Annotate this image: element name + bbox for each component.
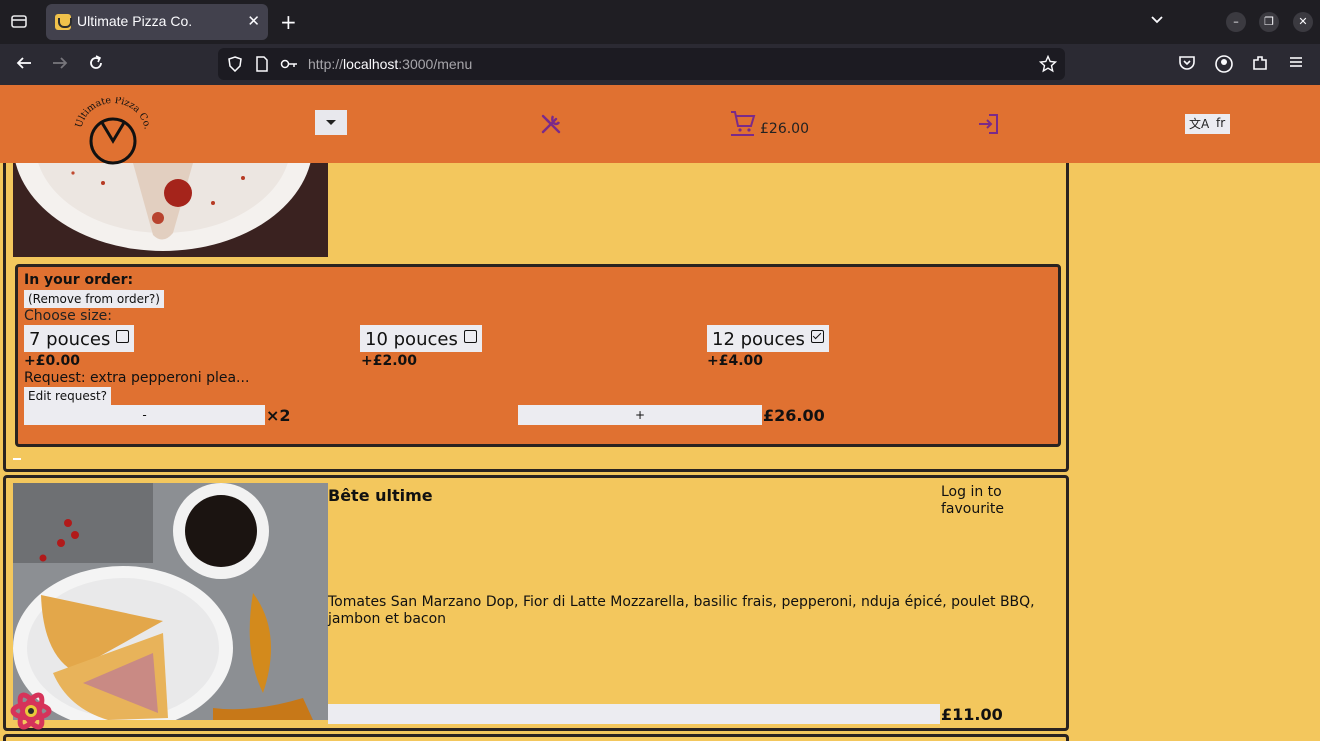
restore-icon[interactable]: ❐ [1259, 12, 1279, 32]
pizza-photo-image [13, 483, 328, 720]
cart-total[interactable]: £26.00 [760, 121, 809, 137]
checkbox-icon[interactable] [116, 330, 130, 343]
menu-item-card [3, 734, 1069, 741]
size-option-10[interactable]: 10 pouces [360, 325, 482, 352]
close-window-icon[interactable]: ✕ [1293, 12, 1313, 32]
pizza-description: Tomates San Marzano Dop, Fior di Latte M… [328, 594, 1035, 627]
tab-close-icon[interactable]: ✕ [247, 12, 260, 30]
size-price: +£4.00 [707, 353, 764, 369]
app-menu-icon[interactable] [1288, 54, 1304, 74]
special-request-text: Request: extra pepperoni plea... [24, 370, 250, 386]
minimize-icon[interactable]: – [1226, 12, 1246, 32]
url-bar[interactable]: http://localhost:3000/menu [218, 48, 1065, 80]
back-icon[interactable] [15, 54, 33, 76]
pocket-icon[interactable] [1178, 54, 1196, 76]
checkbox-checked-icon[interactable] [810, 330, 824, 343]
browser-tab-bar: Ultimate Pizza Co. ✕ + – ❐ ✕ [0, 0, 1320, 44]
language-switcher[interactable]: 文A fr [1185, 114, 1230, 134]
edit-request-button[interactable]: Edit request? [24, 387, 112, 405]
add-to-order-button[interactable] [328, 704, 940, 724]
new-tab-icon[interactable]: + [280, 10, 297, 34]
increase-quantity-button[interactable]: + [518, 405, 762, 425]
login-icon[interactable] [976, 112, 1000, 136]
reload-icon[interactable] [87, 54, 105, 76]
pizza-name: Bête ultime [328, 486, 433, 505]
checkbox-icon[interactable] [463, 330, 477, 343]
choose-size-label: Choose size: [24, 308, 112, 324]
size-price: +£2.00 [361, 353, 418, 369]
menu-item-card: Bête ultime Log in to favourite Tomates … [3, 475, 1069, 731]
remove-from-order-button[interactable]: (Remove from order?) [24, 290, 164, 308]
url-text: http://localhost:3000/menu [308, 56, 473, 72]
size-label: 10 pouces [365, 329, 458, 350]
size-option-12[interactable]: 12 pouces [707, 325, 829, 352]
in-order-heading: In your order: [24, 272, 134, 288]
decrease-quantity-button[interactable]: - [24, 405, 265, 425]
logo[interactable]: Ultimate Pizza Co. [73, 95, 153, 165]
dropdown-toggle-button[interactable] [315, 110, 347, 135]
tab-title: Ultimate Pizza Co. [77, 13, 193, 29]
pizza-slice-image [13, 163, 328, 257]
size-label: 12 pouces [712, 329, 805, 350]
account-icon[interactable] [1214, 54, 1234, 78]
divider [13, 458, 21, 460]
size-option-7[interactable]: 7 pouces [24, 325, 135, 352]
svg-text:Ultimate Pizza Co.: Ultimate Pizza Co. [74, 97, 153, 130]
extensions-icon[interactable] [1251, 54, 1269, 76]
menu-item-card: In your order: (Remove from order?) Choo… [3, 140, 1069, 472]
react-devtools-icon[interactable] [10, 691, 52, 731]
app-header: Ultimate Pizza Co. £26.00 文A fr [0, 85, 1320, 165]
page-icon[interactable] [255, 56, 269, 76]
order-details-panel: In your order: (Remove from order?) Choo… [15, 264, 1061, 447]
pizza-price: £11.00 [941, 705, 1003, 724]
cutlery-menu-icon[interactable] [539, 112, 563, 136]
browser-tab[interactable]: Ultimate Pizza Co. ✕ [46, 4, 268, 40]
translate-icon: 文A [1189, 117, 1210, 131]
key-icon[interactable] [280, 56, 298, 76]
language-label: fr [1216, 116, 1226, 130]
size-price: +£0.00 [24, 353, 81, 369]
size-label: 7 pouces [29, 329, 111, 350]
browser-nav-bar: http://localhost:3000/menu [0, 44, 1320, 85]
forward-icon[interactable] [51, 54, 69, 76]
quantity-display: ×2 [266, 406, 291, 425]
list-all-tabs-icon[interactable] [1150, 12, 1164, 31]
cart-icon[interactable] [730, 109, 756, 137]
favourite-prompt[interactable]: Log in to favourite [941, 484, 1031, 518]
pizza-favicon-icon [55, 14, 72, 30]
line-total: £26.00 [763, 406, 825, 425]
bookmark-star-icon[interactable] [1038, 54, 1058, 77]
shield-icon[interactable] [227, 56, 243, 76]
tab-overview-icon[interactable] [10, 12, 30, 32]
